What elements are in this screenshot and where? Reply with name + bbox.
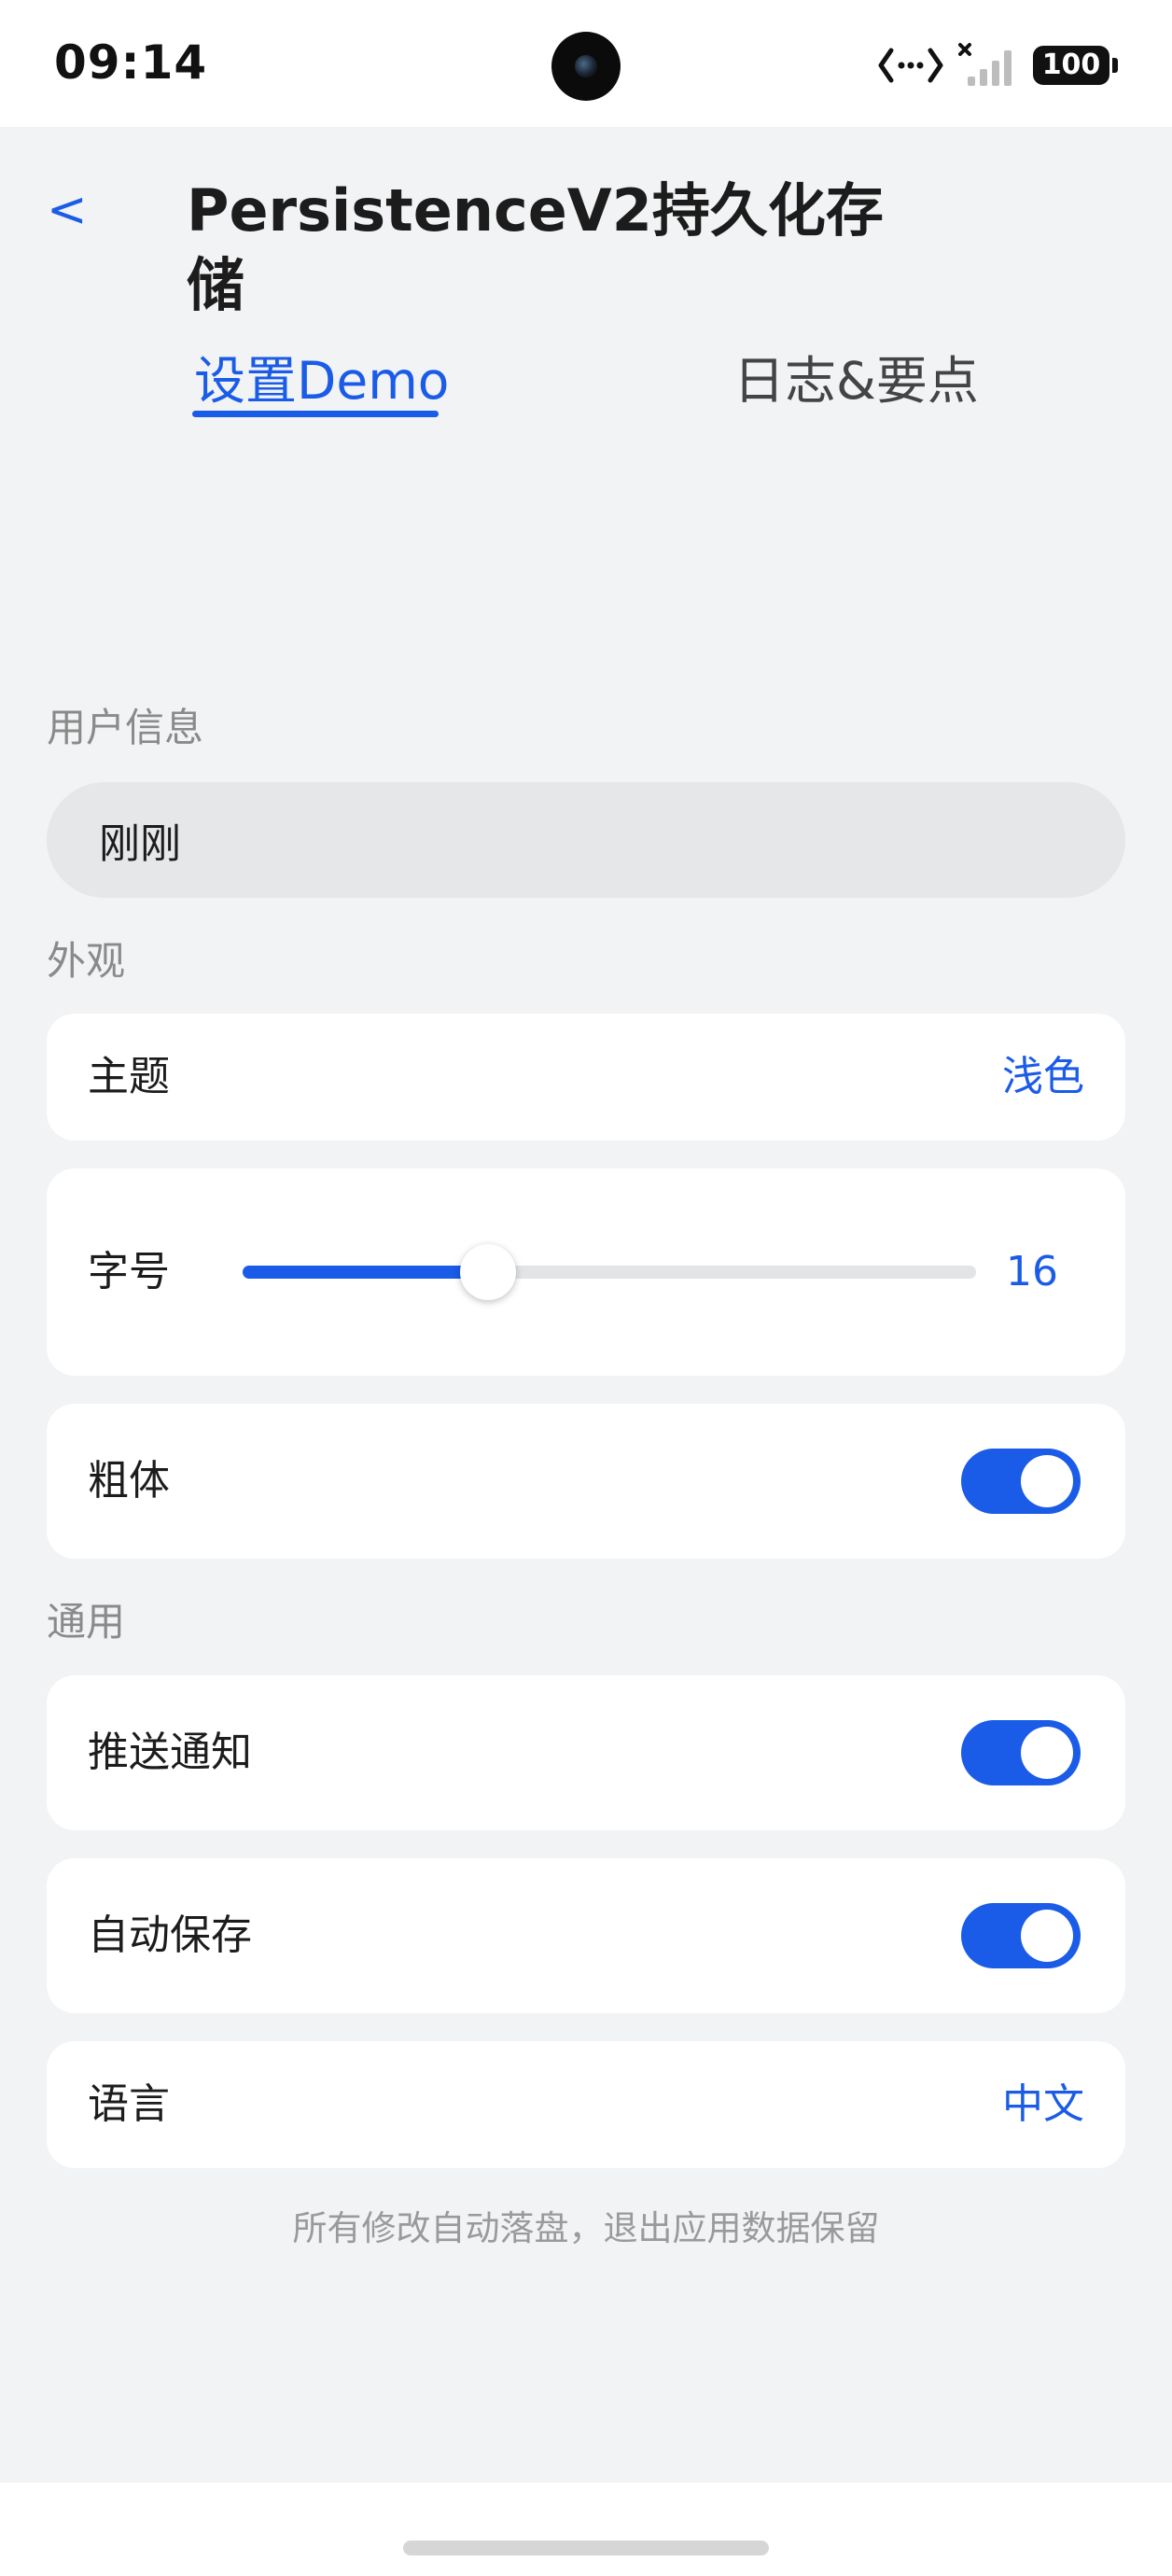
front-camera: [551, 32, 621, 101]
footer-note: 所有修改自动落盘，退出应用数据保留: [292, 2208, 880, 2248]
font-size-value: 16: [1006, 1248, 1058, 1295]
autosave-label: 自动保存: [88, 1911, 252, 1959]
page-title: PersistenceV2持久化存储: [187, 176, 884, 319]
language-row[interactable]: 语言 中文: [47, 2041, 1125, 2168]
status-time: 09:14: [54, 35, 208, 90]
language-label: 语言: [88, 2080, 170, 2128]
font-size-slider[interactable]: [243, 1244, 976, 1300]
push-notification-toggle[interactable]: [961, 1720, 1081, 1785]
slider-thumb[interactable]: [460, 1244, 517, 1300]
section-label-appearance: 外观: [47, 938, 126, 984]
section-label-user-info: 用户信息: [47, 705, 204, 750]
autosave-toggle[interactable]: [961, 1903, 1081, 1968]
status-icons: 100: [878, 41, 1118, 90]
bottom-bar: [0, 2483, 1172, 2576]
theme-label: 主题: [88, 1053, 170, 1100]
font-size-label: 字号: [88, 1248, 170, 1295]
back-button[interactable]: <: [47, 177, 112, 243]
signal-icon: [958, 43, 1012, 86]
toggle-knob: [1021, 1910, 1073, 1962]
theme-value[interactable]: 浅色: [1002, 1049, 1084, 1105]
data-transfer-icon: [878, 48, 943, 83]
toggle-knob: [1021, 1727, 1073, 1779]
user-name-input[interactable]: [47, 782, 1125, 898]
bold-label: 粗体: [88, 1457, 170, 1505]
section-label-general: 通用: [47, 1599, 126, 1645]
app-screen: 09:14 100 < PersistenceV2持久化存储 设置Demo 日志…: [0, 0, 1172, 2576]
bold-row: 粗体: [47, 1404, 1125, 1559]
tab-settings-demo[interactable]: 设置Demo: [194, 343, 449, 418]
active-tab-indicator: [192, 411, 439, 417]
home-indicator[interactable]: [403, 2541, 769, 2555]
slider-fill: [243, 1266, 489, 1279]
font-size-row: 字号 16: [47, 1169, 1125, 1376]
push-notification-label: 推送通知: [88, 1729, 252, 1776]
tab-log-notes[interactable]: 日志&要点: [733, 343, 979, 418]
battery-icon: 100: [1033, 46, 1109, 85]
bold-toggle[interactable]: [961, 1449, 1081, 1514]
autosave-row: 自动保存: [47, 1858, 1125, 2013]
push-notification-row: 推送通知: [47, 1675, 1125, 1830]
language-value[interactable]: 中文: [1002, 2077, 1084, 2133]
theme-row[interactable]: 主题 浅色: [47, 1014, 1125, 1141]
status-bar: 09:14 100: [0, 0, 1172, 127]
toggle-knob: [1021, 1455, 1073, 1507]
